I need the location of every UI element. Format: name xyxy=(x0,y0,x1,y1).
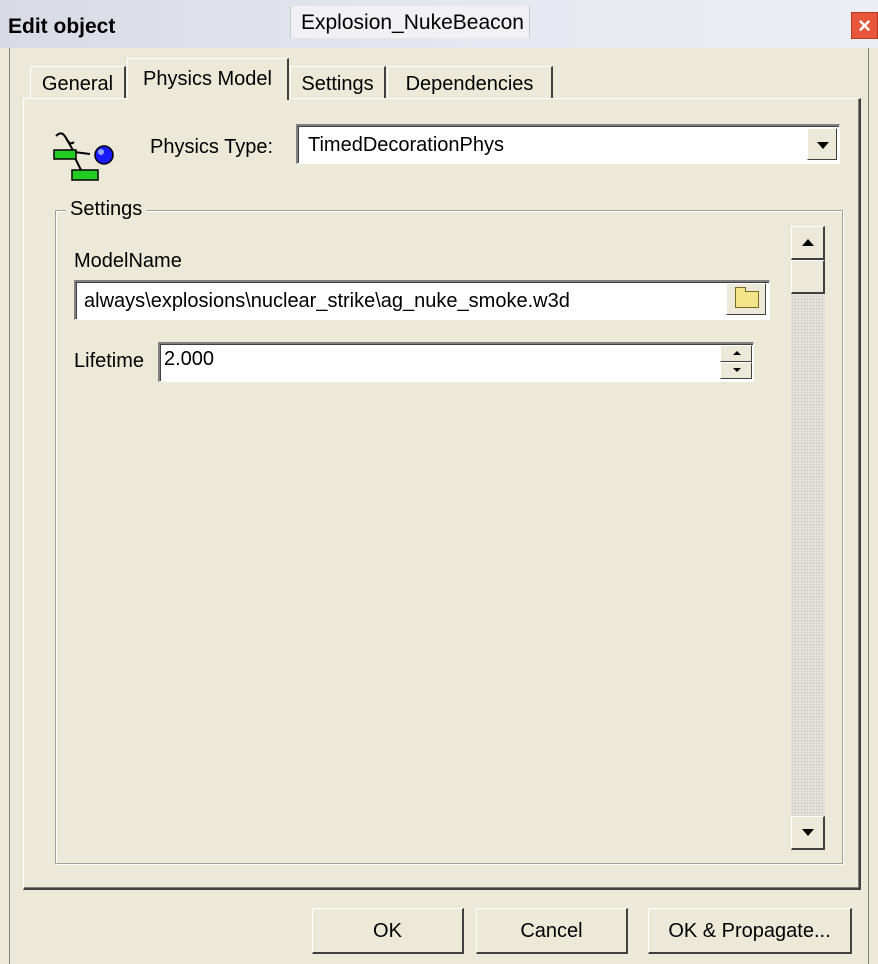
frame-right xyxy=(868,48,878,964)
folder-icon xyxy=(735,287,759,308)
window-title: Edit object xyxy=(8,15,116,38)
tab-dependencies[interactable]: Dependencies xyxy=(387,66,553,100)
browse-button[interactable] xyxy=(726,283,766,315)
ok-propagate-button[interactable]: OK & Propagate... xyxy=(648,908,852,954)
cancel-button[interactable]: Cancel xyxy=(476,908,628,954)
spin-down-button[interactable] xyxy=(720,362,752,379)
physics-type-value: TimedDecorationPhys xyxy=(308,134,505,156)
lifetime-input[interactable]: 2.000 xyxy=(158,342,754,382)
object-name: Explosion_NukeBeacon xyxy=(290,6,530,38)
scrollbar-track[interactable] xyxy=(791,226,825,850)
title-bar[interactable]: Edit object Explosion_NukeBeacon × xyxy=(0,0,878,48)
model-name-label: ModelName xyxy=(74,250,182,272)
physics-model-icon xyxy=(53,132,114,181)
physics-type-select[interactable]: TimedDecorationPhys xyxy=(296,124,840,164)
lifetime-label: Lifetime xyxy=(74,350,145,372)
scroll-down-button[interactable] xyxy=(791,816,825,850)
frame-left xyxy=(0,48,10,964)
settings-group-title: Settings xyxy=(66,198,147,221)
spin-up-button[interactable] xyxy=(720,345,752,362)
scrollbar-thumb[interactable] xyxy=(791,260,825,294)
chevron-down-icon[interactable] xyxy=(807,128,837,160)
ok-button[interactable]: OK xyxy=(312,908,464,954)
tab-physics-model[interactable]: Physics Model xyxy=(127,58,289,100)
scroll-up-button[interactable] xyxy=(791,226,825,260)
tab-settings[interactable]: Settings xyxy=(290,66,386,100)
close-icon[interactable]: × xyxy=(851,12,878,39)
model-name-input[interactable]: always\explosions\nuclear_strike\ag_nuke… xyxy=(74,280,770,320)
physics-type-label: Physics Type: xyxy=(150,136,274,158)
lifetime-stepper[interactable] xyxy=(720,345,752,379)
tab-general[interactable]: General xyxy=(30,66,126,100)
